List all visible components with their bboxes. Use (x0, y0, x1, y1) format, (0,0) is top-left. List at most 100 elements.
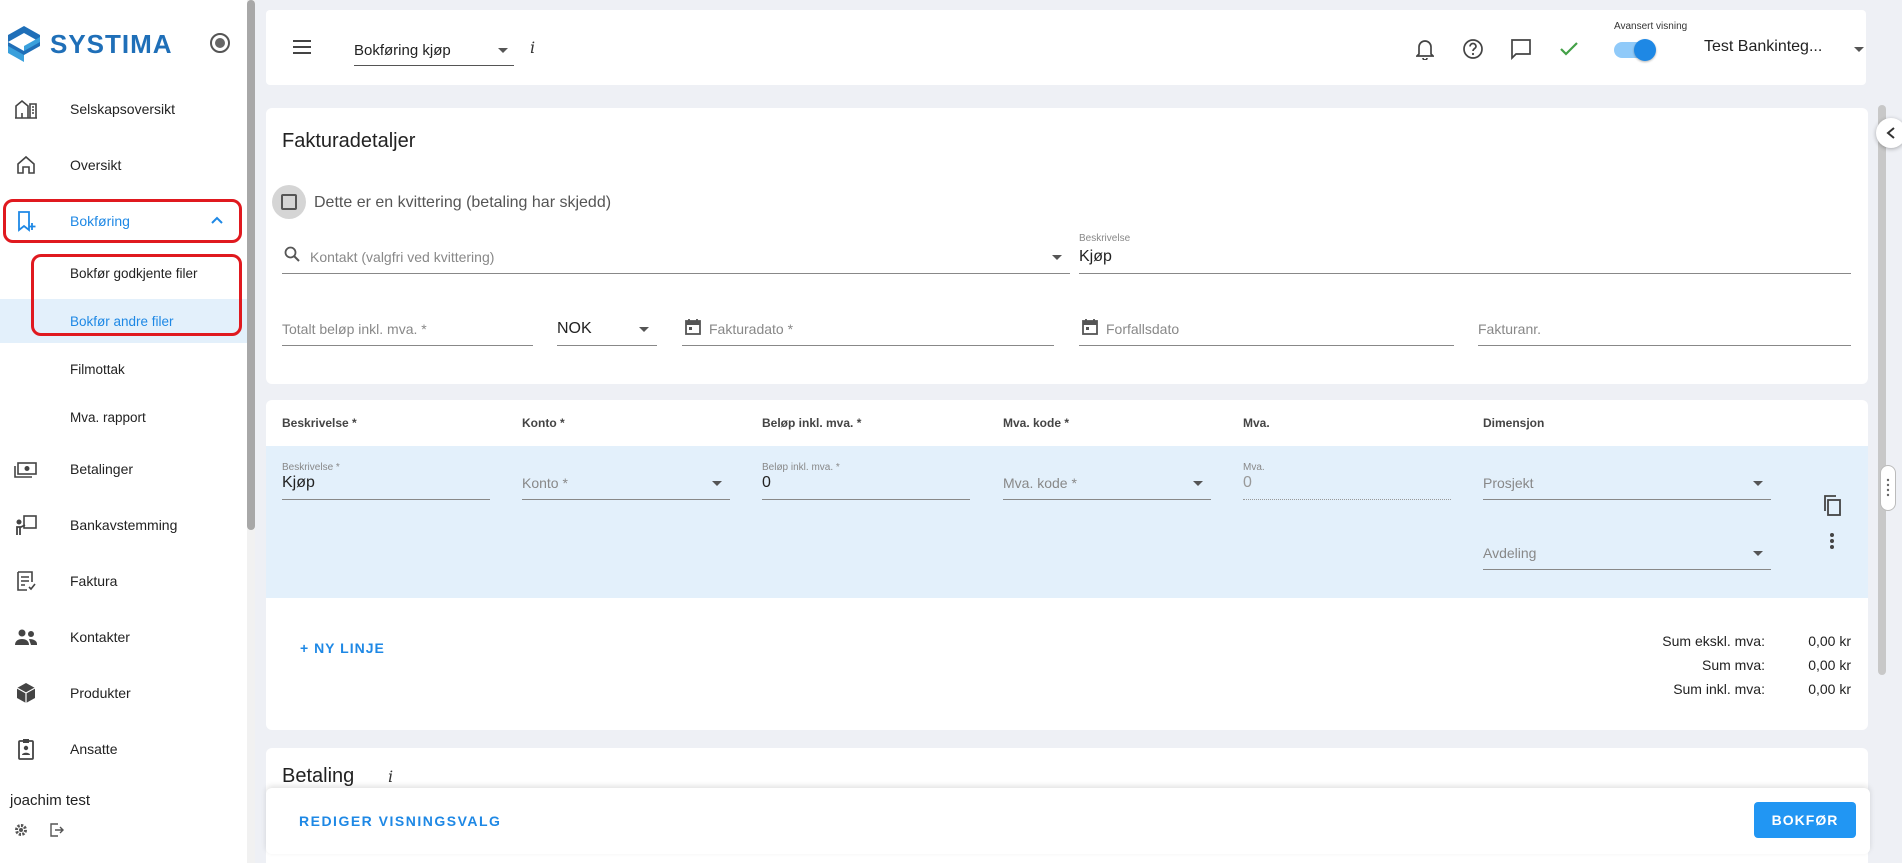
dropdown-arrow-icon (498, 48, 508, 53)
description-field[interactable]: Beskrivelse Kjøp (1079, 230, 1851, 274)
chevron-down-icon[interactable] (1854, 47, 1864, 52)
dropdown-arrow-icon (1052, 255, 1062, 260)
description-label: Beskrivelse (1079, 233, 1131, 244)
bell-icon[interactable] (1412, 36, 1438, 62)
dropdown-arrow-icon (1753, 551, 1763, 556)
help-icon[interactable] (1460, 36, 1486, 62)
sidebar-item-faktura[interactable]: Faktura (0, 559, 247, 603)
new-line-button[interactable]: + NY LINJE (300, 640, 385, 656)
line-vat-label: Mva. (1243, 462, 1265, 473)
highlight-box-bokforing (3, 199, 242, 243)
user-name: joachim test (10, 792, 91, 809)
edit-view-options-button[interactable]: REDIGER VISNINGSVALG (299, 813, 501, 829)
total-amount-field[interactable]: Totalt beløp inkl. mva. * (282, 308, 533, 346)
people-icon (14, 625, 38, 649)
sidebar-item-selskapsoversikt[interactable]: Selskapsoversikt (0, 87, 247, 131)
invoice-icon (14, 569, 38, 593)
due-date-placeholder: Forfallsdato (1106, 321, 1180, 337)
currency-select[interactable]: NOK (557, 308, 657, 346)
line-department-select[interactable]: Avdeling (1483, 530, 1771, 570)
column-header: Konto * (522, 416, 565, 430)
sidebar-item-label: Oversikt (70, 157, 122, 173)
sidebar-item-label: Produkter (70, 685, 131, 701)
sidebar-subitem-label: Filmottak (70, 361, 125, 377)
currency-value: NOK (557, 320, 592, 337)
dropdown-arrow-icon (1193, 481, 1203, 486)
line-amount-label: Beløp inkl. mva. * (762, 462, 840, 473)
calendar-icon[interactable] (684, 318, 702, 336)
sidebar-item-kontakter[interactable]: Kontakter (0, 615, 247, 659)
line-account-select[interactable]: Konto * (522, 460, 730, 500)
invoice-number-field[interactable]: Fakturanr. (1478, 308, 1851, 346)
sidebar-item-label: Faktura (70, 573, 118, 589)
line-description-field[interactable]: Beskrivelse * Kjøp (282, 460, 490, 500)
sidebar-subitem-label: Mva. rapport (70, 409, 146, 425)
sidebar-subitem-mva-rapport[interactable]: Mva. rapport (0, 395, 247, 439)
invoice-date-field[interactable]: Fakturadato * (682, 308, 1054, 346)
gear-icon[interactable] (14, 823, 28, 837)
due-date-field[interactable]: Forfallsdato (1079, 308, 1454, 346)
sidebar-item-produkter[interactable]: Produkter (0, 671, 247, 715)
contact-field[interactable]: Kontakt (valgfri ved kvittering) (282, 238, 1070, 274)
line-account-placeholder: Konto * (522, 475, 568, 491)
dropdown-arrow-icon (1753, 481, 1763, 486)
sidebar-item-label: Selskapsoversikt (70, 101, 176, 117)
column-header: Mva. kode * (1003, 416, 1070, 430)
more-vertical-icon[interactable] (1829, 532, 1835, 550)
home-icon (14, 153, 38, 177)
sidebar-item-ansatte[interactable]: Ansatte (0, 727, 247, 771)
info-icon[interactable]: i (388, 767, 393, 786)
line-vat-field: Mva. 0 (1243, 460, 1451, 500)
highlight-box-subitems (31, 254, 242, 336)
chat-icon[interactable] (1508, 36, 1534, 62)
line-amount-value: 0 (762, 474, 771, 491)
collapse-panel-button[interactable] (1876, 118, 1902, 148)
invoice-lines-card: Beskrivelse * Konto * Beløp inkl. mva. *… (266, 400, 1868, 730)
line-project-select[interactable]: Prosjekt (1483, 460, 1771, 500)
check-icon (1556, 36, 1582, 62)
invoice-details-card: Fakturadetaljer Dette er en kvittering (… (266, 108, 1868, 384)
column-header: Dimensjon (1483, 416, 1545, 430)
menu-icon[interactable] (292, 40, 312, 54)
chevron-left-icon (1886, 127, 1895, 139)
receipt-checkbox[interactable] (272, 185, 306, 219)
dropdown-arrow-icon (639, 327, 649, 332)
logout-icon[interactable] (50, 823, 64, 837)
bokfor-button[interactable]: BOKFØR (1754, 802, 1856, 838)
company-select-value[interactable]: Test Bankinteg... (1704, 38, 1822, 56)
advanced-view-toggle[interactable] (1612, 38, 1656, 61)
systima-logo[interactable]: SYSTIMA (6, 24, 173, 64)
line-amount-field[interactable]: Beløp inkl. mva. * 0 (762, 460, 970, 500)
main-scrollbar[interactable] (1878, 105, 1886, 675)
copy-icon[interactable] (1822, 494, 1844, 518)
sidebar-item-label: Bankavstemming (70, 517, 178, 533)
line-description-value: Kjøp (282, 474, 315, 491)
sidebar-scrollbar[interactable] (247, 0, 255, 530)
buildings-icon (14, 97, 38, 121)
systima-logo-icon (8, 26, 40, 62)
page-select[interactable]: Bokføring kjøp (354, 36, 514, 66)
line-description-label: Beskrivelse * (282, 462, 340, 473)
calendar-icon[interactable] (1081, 318, 1099, 336)
logo-text: SYSTIMA (50, 28, 173, 59)
sidebar-item-oversikt[interactable]: Oversikt (0, 143, 247, 187)
column-header: Beskrivelse * (282, 416, 357, 430)
description-value: Kjøp (1079, 248, 1112, 265)
sum-excl-vat-label: Sum ekskl. mva: (1662, 633, 1765, 649)
invoice-number-placeholder: Fakturanr. (1478, 321, 1542, 337)
line-project-placeholder: Prosjekt (1483, 475, 1534, 491)
sum-incl-vat-label: Sum inkl. mva: (1673, 681, 1765, 697)
badge-icon (14, 737, 38, 761)
theme-toggle-icon[interactable] (210, 33, 230, 53)
line-vat-value: 0 (1243, 474, 1252, 491)
info-icon[interactable]: i (530, 38, 535, 57)
sidebar-subitem-filmottak[interactable]: Filmottak (0, 347, 247, 391)
invoice-date-placeholder: Fakturadato * (709, 321, 794, 337)
line-vat-code-select[interactable]: Mva. kode * (1003, 460, 1211, 500)
sidebar-item-bankavstemming[interactable]: Bankavstemming (0, 503, 247, 547)
search-icon (284, 246, 300, 262)
contact-placeholder: Kontakt (valgfri ved kvittering) (310, 249, 495, 265)
resize-handle[interactable] (1880, 465, 1896, 511)
column-header: Mva. (1243, 416, 1270, 430)
sidebar-item-betalinger[interactable]: Betalinger (0, 447, 247, 491)
